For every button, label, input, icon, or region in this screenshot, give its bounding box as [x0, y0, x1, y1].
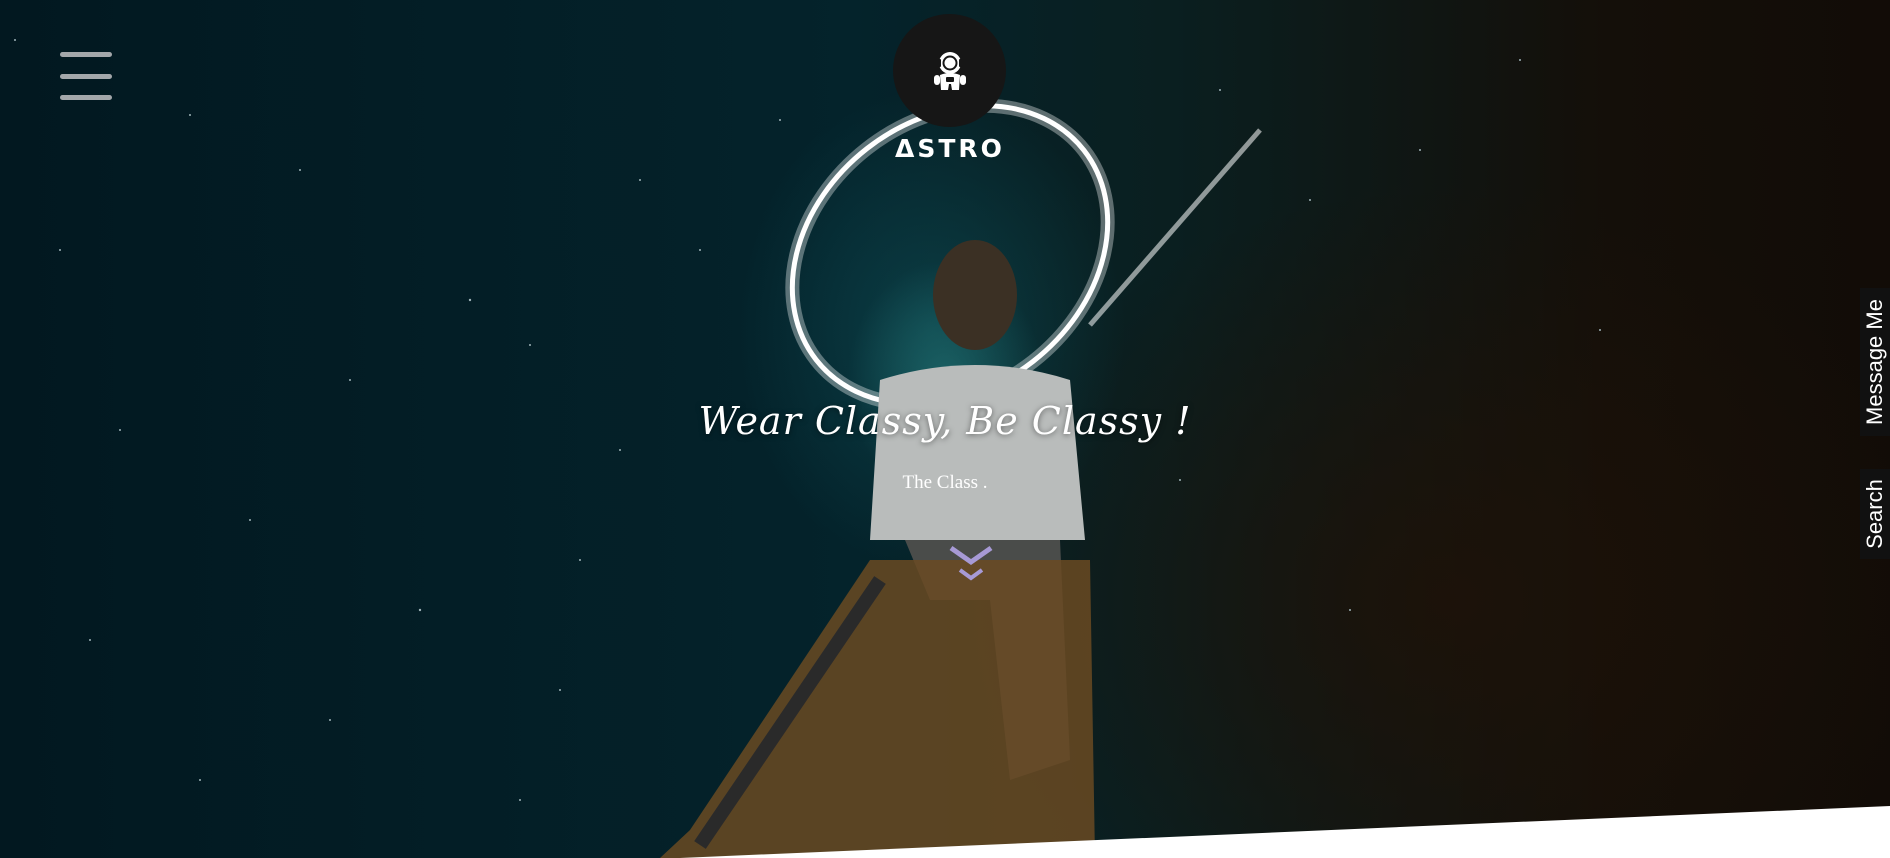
menu-button[interactable] — [58, 50, 114, 104]
double-chevron-down-icon — [949, 545, 993, 581]
hamburger-menu-icon — [60, 52, 112, 57]
hero-subline: The Class . — [902, 472, 988, 493]
hero-headline: Wear Classy, Be Classy ! — [698, 399, 1192, 443]
brand-name: ΔSTRO — [895, 134, 1005, 163]
astronaut-icon — [933, 51, 966, 90]
search-tab[interactable]: Search — [1860, 469, 1890, 559]
scroll-down-button[interactable] — [946, 542, 996, 592]
message-me-label: Message Me — [1862, 299, 1887, 425]
search-label: Search — [1862, 479, 1887, 549]
message-me-tab[interactable]: Message Me — [1860, 288, 1890, 436]
logo-button[interactable] — [893, 14, 1006, 127]
